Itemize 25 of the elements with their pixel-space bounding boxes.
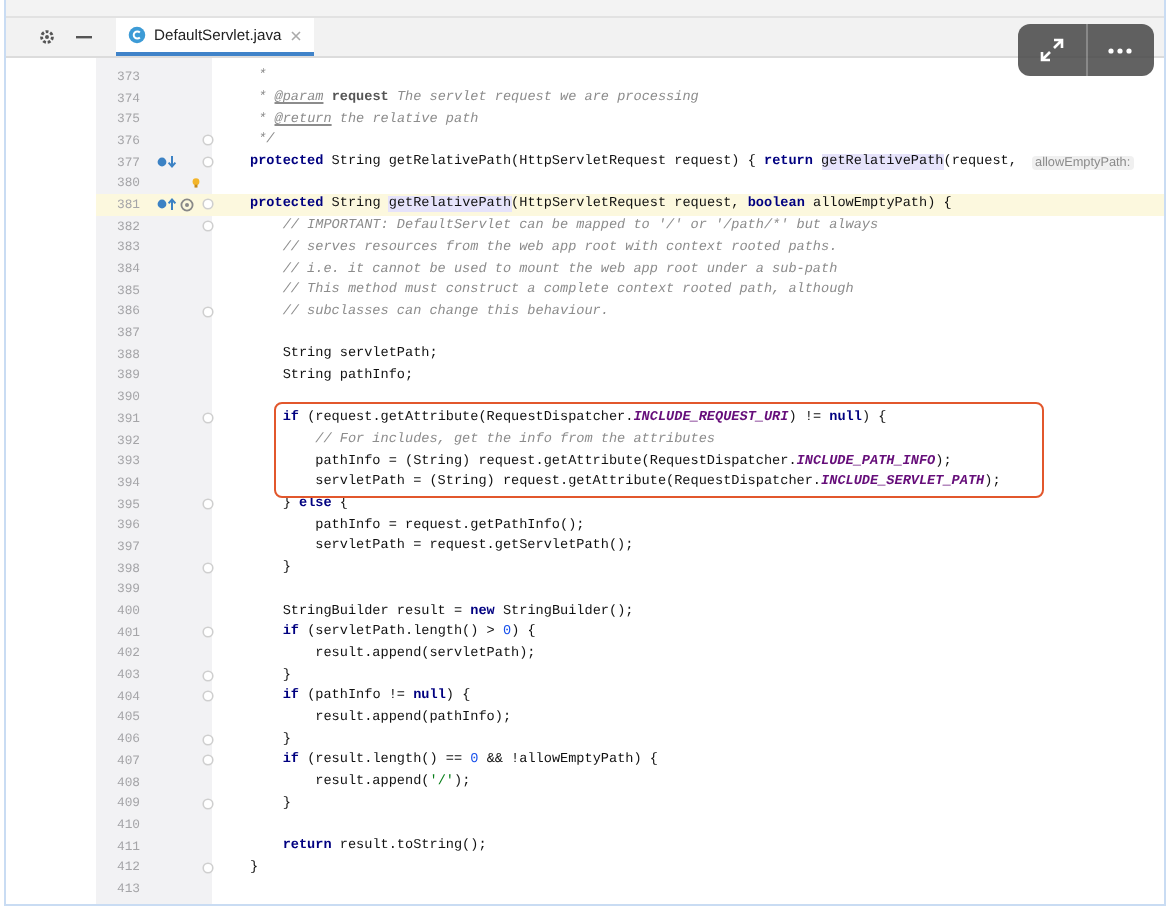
class-file-icon (128, 26, 146, 44)
fold-marker-icon[interactable] (202, 412, 214, 425)
dot-up-arrow-icon[interactable] (156, 196, 178, 213)
dot-down-arrow-icon[interactable] (156, 154, 178, 171)
lightbulb-icon[interactable] (192, 174, 200, 193)
minimize-icon[interactable] (76, 35, 92, 39)
fold-marker-icon[interactable] (202, 134, 214, 147)
fold-marker-icon[interactable] (202, 669, 214, 682)
settings-icon[interactable] (38, 28, 56, 46)
fold-marker-icon[interactable] (202, 562, 214, 575)
fold-marker-icon[interactable] (202, 626, 214, 639)
at-sign-icon[interactable] (180, 197, 194, 212)
fold-marker-icon[interactable] (202, 156, 214, 169)
fold-marker-icon[interactable] (202, 754, 214, 767)
fold-marker-icon[interactable] (202, 198, 214, 211)
fold-marker-icon[interactable] (202, 861, 214, 874)
fold-marker-icon[interactable] (202, 220, 214, 233)
close-icon[interactable] (289, 29, 302, 41)
more-icon (1108, 47, 1133, 53)
fold-marker-icon[interactable] (202, 498, 214, 511)
fold-marker-icon[interactable] (202, 305, 214, 318)
fold-marker-icon[interactable] (202, 690, 214, 703)
fold-marker-icon[interactable] (202, 797, 214, 810)
fold-marker-icon[interactable] (202, 733, 214, 746)
expand-icon (1039, 38, 1064, 62)
